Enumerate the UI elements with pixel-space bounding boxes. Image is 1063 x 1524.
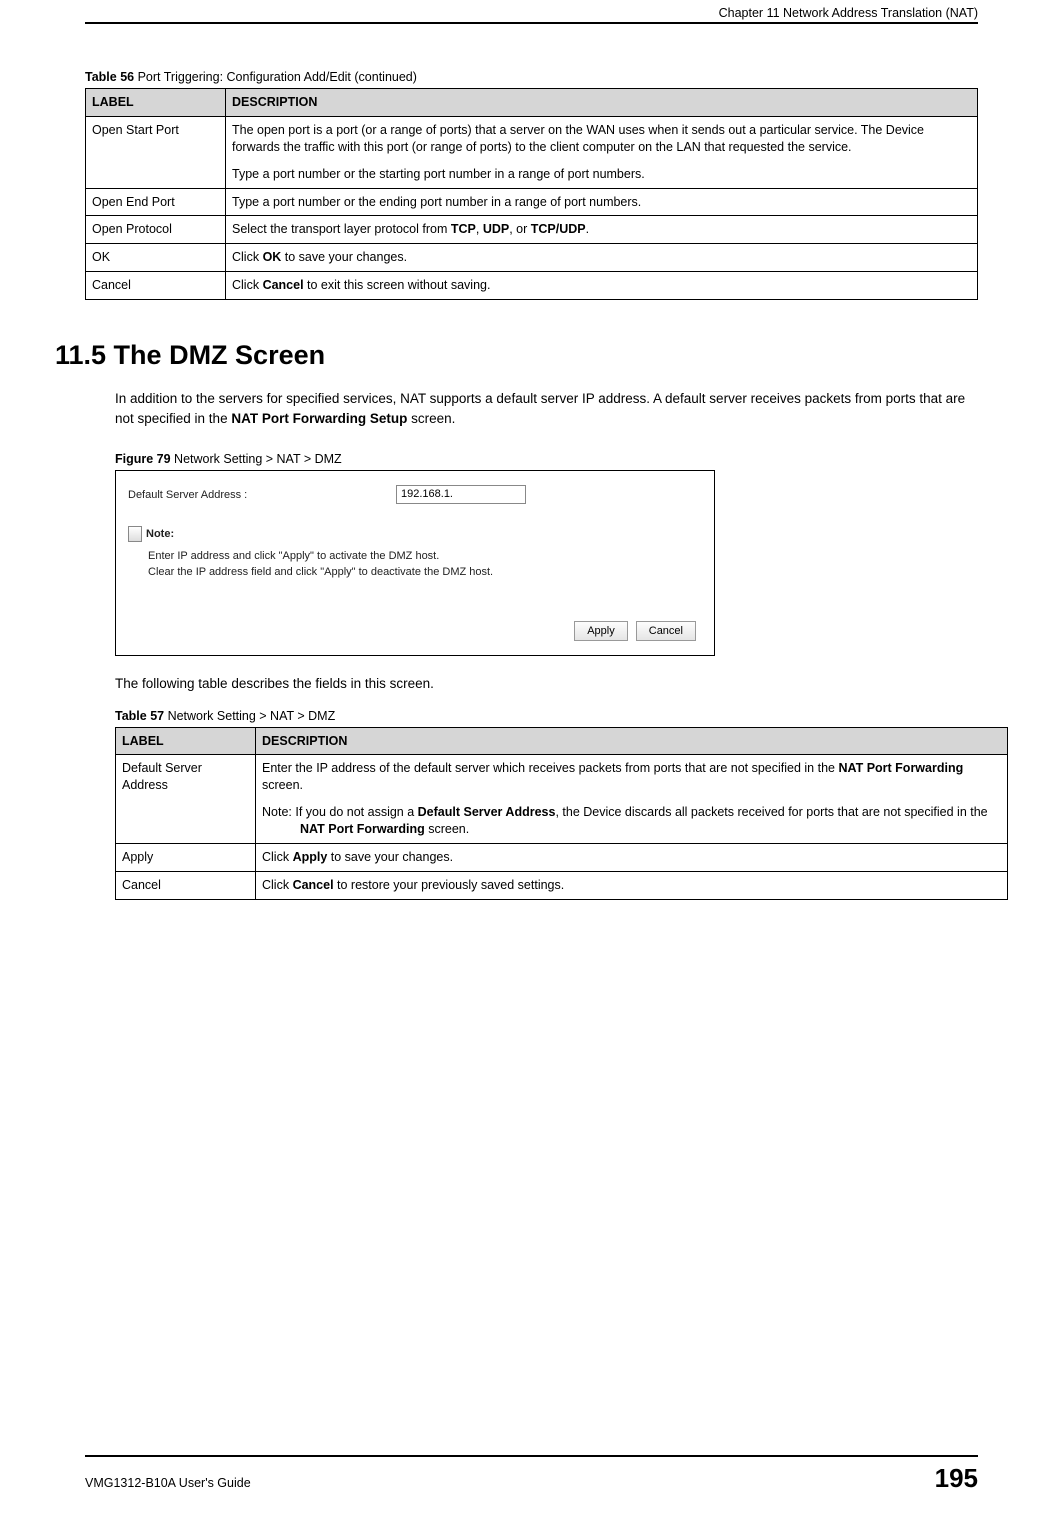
bold: Cancel (293, 878, 334, 892)
txt: screen. (407, 411, 455, 426)
cell-desc: Enter the IP address of the default serv… (256, 755, 1008, 844)
note-label: Note: (146, 528, 174, 540)
txt: to exit this screen without saving. (304, 278, 491, 292)
txt: , (476, 222, 483, 236)
table57-caption: Table 57 Network Setting > NAT > DMZ (115, 709, 978, 723)
table-row: Cancel Click Cancel to restore your prev… (116, 871, 1008, 899)
bold: Default Server Address (418, 805, 556, 819)
header-rule (85, 22, 978, 24)
table-row: Open End Port Type a port number or the … (86, 188, 978, 216)
cell-label: Open End Port (86, 188, 226, 216)
cell-desc: Click Cancel to exit this screen without… (226, 272, 978, 300)
cell-desc: Type a port number or the ending port nu… (226, 188, 978, 216)
figure-caption-num: Figure 79 (115, 452, 171, 466)
cell-label: OK (86, 244, 226, 272)
bold: UDP (483, 222, 509, 236)
footer: VMG1312-B10A User's Guide 195 (85, 1455, 978, 1494)
txt: to restore your previously saved setting… (334, 878, 565, 892)
note-icon (128, 526, 142, 542)
cell-label: Open Protocol (86, 216, 226, 244)
table56-caption: Table 56 Port Triggering: Configuration … (85, 70, 978, 84)
bold: NAT Port Forwarding (300, 822, 425, 836)
bold: NAT Port Forwarding Setup (231, 411, 407, 426)
bold: TCP/UDP (531, 222, 586, 236)
table-row: Cancel Click Cancel to exit this screen … (86, 272, 978, 300)
table56-caption-num: Table 56 (85, 70, 134, 84)
cancel-button[interactable]: Cancel (636, 621, 696, 641)
txt: Click (232, 278, 263, 292)
table57-caption-num: Table 57 (115, 709, 164, 723)
cell-label: Cancel (86, 272, 226, 300)
txt: to save your changes. (281, 250, 407, 264)
bold: OK (263, 250, 282, 264)
table-header-row: LABEL DESCRIPTION (116, 727, 1008, 755)
txt: Select the transport layer protocol from (232, 222, 451, 236)
footer-rule (85, 1455, 978, 1457)
note-box: Note: Enter IP address and click "Apply"… (128, 526, 493, 581)
figure79-screenshot: Default Server Address : Note: Enter IP … (115, 470, 715, 656)
table-header-row: LABEL DESCRIPTION (86, 89, 978, 117)
table-row: Default Server Address Enter the IP addr… (116, 755, 1008, 844)
desc-para: Enter the IP address of the default serv… (262, 760, 1001, 794)
table56: LABEL DESCRIPTION Open Start Port The op… (85, 88, 978, 300)
note-lines: Enter IP address and click "Apply" to ac… (148, 548, 493, 581)
bold: Cancel (263, 278, 304, 292)
txt: to save your changes. (327, 850, 453, 864)
txt: Click (262, 878, 293, 892)
chapter-title: Chapter 11 Network Address Translation (… (719, 6, 978, 20)
cell-desc: Select the transport layer protocol from… (226, 216, 978, 244)
table56-caption-text: Port Triggering: Configuration Add/Edit … (134, 70, 417, 84)
desc-note: Note: If you do not assign a Default Ser… (262, 804, 1001, 838)
txt: , or (509, 222, 531, 236)
cell-label: Apply (116, 843, 256, 871)
figure-buttons: Apply Cancel (574, 621, 696, 641)
cell-desc: Click OK to save your changes. (226, 244, 978, 272)
txt: Click (232, 250, 263, 264)
table57: LABEL DESCRIPTION Default Server Address… (115, 727, 1008, 900)
desc-para: Type a port number or the starting port … (232, 166, 971, 183)
section-heading: 11.5 The DMZ Screen (55, 340, 978, 371)
table-row: OK Click OK to save your changes. (86, 244, 978, 272)
figure79-caption: Figure 79 Network Setting > NAT > DMZ (115, 452, 978, 466)
footer-guide: VMG1312-B10A User's Guide (85, 1476, 251, 1490)
default-server-address-input[interactable] (396, 485, 526, 504)
default-server-address-label: Default Server Address : (128, 489, 247, 501)
cell-label: Open Start Port (86, 116, 226, 188)
cell-label: Cancel (116, 871, 256, 899)
apply-button[interactable]: Apply (574, 621, 628, 641)
note-header: Note: (128, 526, 493, 542)
txt: . (586, 222, 589, 236)
txt: Click (262, 850, 293, 864)
page-number: 195 (935, 1463, 978, 1494)
note-line: Enter IP address and click "Apply" to ac… (148, 548, 493, 565)
desc-para: The open port is a port (or a range of p… (232, 122, 971, 156)
bold: Apply (293, 850, 328, 864)
section-body: In addition to the servers for specified… (115, 389, 968, 430)
mid-text: The following table describes the fields… (115, 676, 978, 691)
figure-caption-text: Network Setting > NAT > DMZ (171, 452, 342, 466)
table-row: Apply Click Apply to save your changes. (116, 843, 1008, 871)
txt: Note: If you do not assign a (262, 805, 418, 819)
note-line: Clear the IP address field and click "Ap… (148, 564, 493, 581)
txt: , the Device discards all packets receiv… (555, 805, 987, 819)
table-row: Open Start Port The open port is a port … (86, 116, 978, 188)
bold: TCP (451, 222, 476, 236)
th-label: LABEL (86, 89, 226, 117)
bold: NAT Port Forwarding (838, 761, 963, 775)
th-desc: DESCRIPTION (226, 89, 978, 117)
cell-desc: Click Apply to save your changes. (256, 843, 1008, 871)
th-label: LABEL (116, 727, 256, 755)
txt: screen. (425, 822, 469, 836)
cell-desc: The open port is a port (or a range of p… (226, 116, 978, 188)
cell-label: Default Server Address (116, 755, 256, 844)
txt: screen. (262, 778, 303, 792)
txt: Enter the IP address of the default serv… (262, 761, 838, 775)
th-desc: DESCRIPTION (256, 727, 1008, 755)
table-row: Open Protocol Select the transport layer… (86, 216, 978, 244)
table57-caption-text: Network Setting > NAT > DMZ (164, 709, 335, 723)
cell-desc: Click Cancel to restore your previously … (256, 871, 1008, 899)
